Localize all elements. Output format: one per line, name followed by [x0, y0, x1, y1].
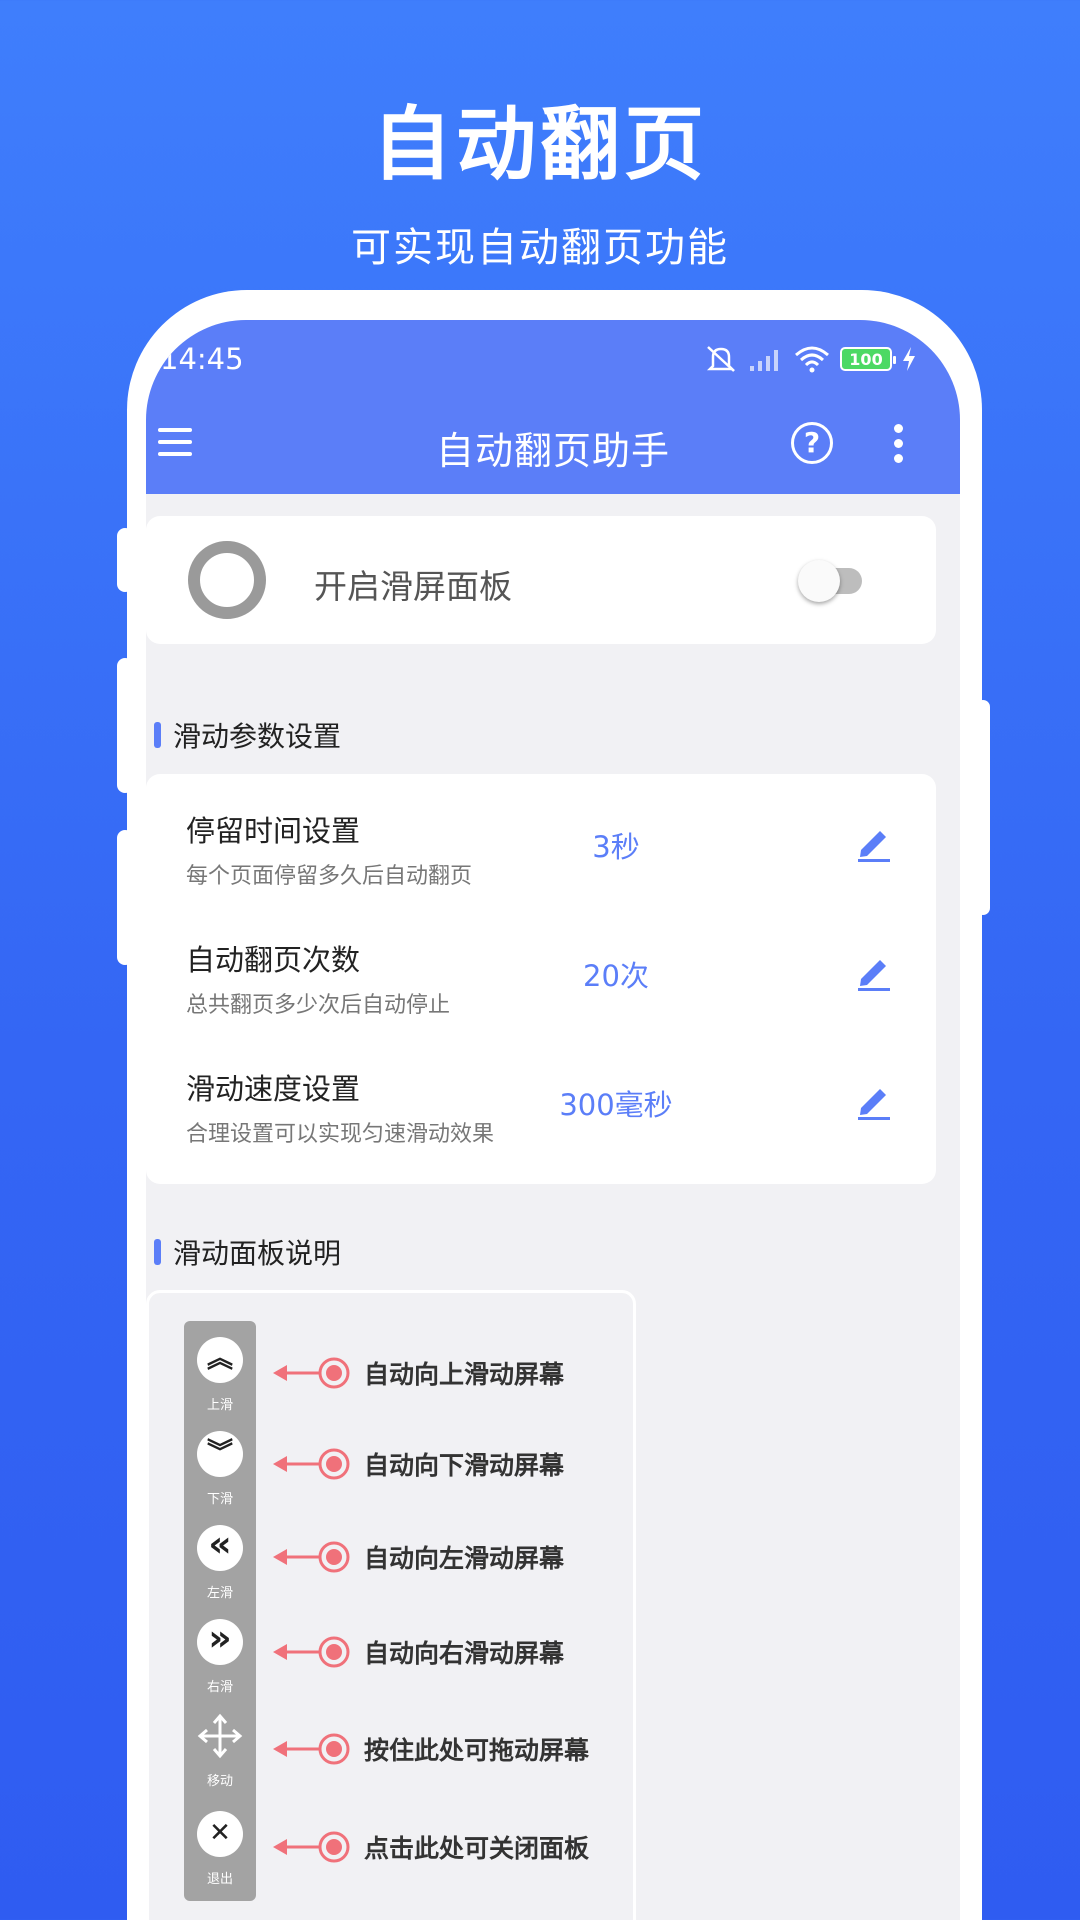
panel-toggle-card[interactable]: 开启滑屏面板: [146, 516, 936, 644]
explain-text: 自动向上滑动屏幕: [364, 1360, 565, 1389]
status-time: 14:45: [160, 342, 244, 376]
ctrl-label: 右滑: [206, 1680, 233, 1695]
panel-toggle-switch[interactable]: [798, 560, 862, 602]
pointer-arrow-icon: [273, 1636, 350, 1668]
ctrl-label: 上滑: [206, 1398, 233, 1413]
setting-desc: 每个页面停留多久后自动翻页: [186, 864, 473, 889]
phone-side-button: [976, 700, 990, 915]
explain-text: 自动向左滑动屏幕: [364, 1544, 565, 1573]
setting-title: 滑动速度设置: [186, 1072, 361, 1106]
slide-settings-header: 滑动参数设置: [154, 715, 341, 755]
setting-row-dwell-time[interactable]: 停留时间设置 每个页面停留多久后自动翻页 3秒: [146, 786, 936, 916]
double-chevron-left-icon: «: [197, 1525, 243, 1571]
pointer-arrow-icon: [273, 1448, 350, 1480]
phone-screen: 14:45 100 自动翻页助手 ? 开启滑屏面板 滑动参数设置 停留时间设置 …: [146, 320, 960, 1920]
close-icon: ✕: [197, 1811, 243, 1857]
move-arrows-icon: [197, 1713, 243, 1759]
panel-toggle-label: 开启滑屏面板: [314, 567, 512, 606]
status-icons: 100: [704, 344, 916, 374]
switch-thumb: [798, 560, 840, 602]
setting-title: 自动翻页次数: [186, 943, 361, 977]
pointer-arrow-icon: [273, 1357, 350, 1389]
explain-text: 点击此处可关闭面板: [364, 1834, 590, 1863]
pointer-arrow-icon: [273, 1831, 350, 1863]
charging-icon: [903, 347, 915, 371]
explain-text: 自动向右滑动屏幕: [364, 1639, 565, 1668]
section-accent-bar: [154, 1239, 161, 1265]
phone-side-button: [117, 830, 133, 965]
promo-title: 自动翻页: [372, 98, 708, 191]
mute-icon: [706, 346, 736, 372]
setting-value: 300毫秒: [559, 1088, 673, 1122]
double-chevron-up-icon: ︽: [197, 1337, 243, 1383]
phone-side-button: [117, 658, 133, 793]
signal-icon: [750, 350, 778, 371]
section-title: 滑动面板说明: [173, 1237, 342, 1270]
setting-title: 停留时间设置: [186, 814, 361, 848]
section-accent-bar: [154, 722, 161, 748]
ctrl-label: 退出: [206, 1872, 233, 1887]
edit-icon[interactable]: [856, 951, 892, 991]
setting-desc: 合理设置可以实现匀速滑动效果: [186, 1122, 495, 1147]
pointer-arrow-icon: [273, 1733, 350, 1765]
edit-icon[interactable]: [856, 822, 892, 862]
slide-settings-card: 停留时间设置 每个页面停留多久后自动翻页 3秒 自动翻页次数 总共翻页多少次后自…: [146, 774, 936, 1184]
help-icon[interactable]: ?: [791, 422, 833, 464]
promo-subtitle: 可实现自动翻页功能: [351, 225, 729, 271]
ctrl-label: 左滑: [206, 1586, 233, 1601]
double-chevron-down-icon: ︾: [197, 1431, 243, 1477]
more-icon[interactable]: [894, 424, 904, 464]
setting-row-slide-speed[interactable]: 滑动速度设置 合理设置可以实现匀速滑动效果 300毫秒: [146, 1044, 936, 1174]
edit-icon[interactable]: [856, 1080, 892, 1120]
app-bar: 14:45 100 自动翻页助手 ?: [146, 320, 960, 494]
explain-text: 按住此处可拖动屏幕: [364, 1736, 590, 1765]
battery-icon: 100: [840, 347, 896, 371]
ctrl-label: 下滑: [206, 1492, 233, 1507]
app-title: 自动翻页助手: [435, 429, 670, 473]
setting-value: 20次: [583, 959, 649, 993]
setting-desc: 总共翻页多少次后自动停止: [186, 993, 451, 1018]
slide-panel-preview: ︽ 上滑 ︾ 下滑 « 左滑 » 右滑 移动 ✕ 退出: [184, 1321, 256, 1901]
double-chevron-right-icon: »: [197, 1619, 243, 1665]
phone-side-button: [117, 528, 133, 592]
wifi-icon: [795, 346, 829, 373]
panel-ring-icon: [188, 541, 266, 619]
panel-explain-card: ︽ 上滑 ︾ 下滑 « 左滑 » 右滑 移动 ✕ 退出 自动向上滑动屏幕 自动向…: [146, 1290, 636, 1920]
setting-row-page-count[interactable]: 自动翻页次数 总共翻页多少次后自动停止 20次: [146, 915, 936, 1045]
ctrl-label: 移动: [206, 1774, 233, 1789]
pointer-arrow-icon: [273, 1541, 350, 1573]
section-title: 滑动参数设置: [173, 720, 342, 753]
setting-value: 3秒: [592, 830, 640, 864]
explain-text: 自动向下滑动屏幕: [364, 1451, 565, 1480]
panel-explain-header: 滑动面板说明: [154, 1232, 341, 1272]
